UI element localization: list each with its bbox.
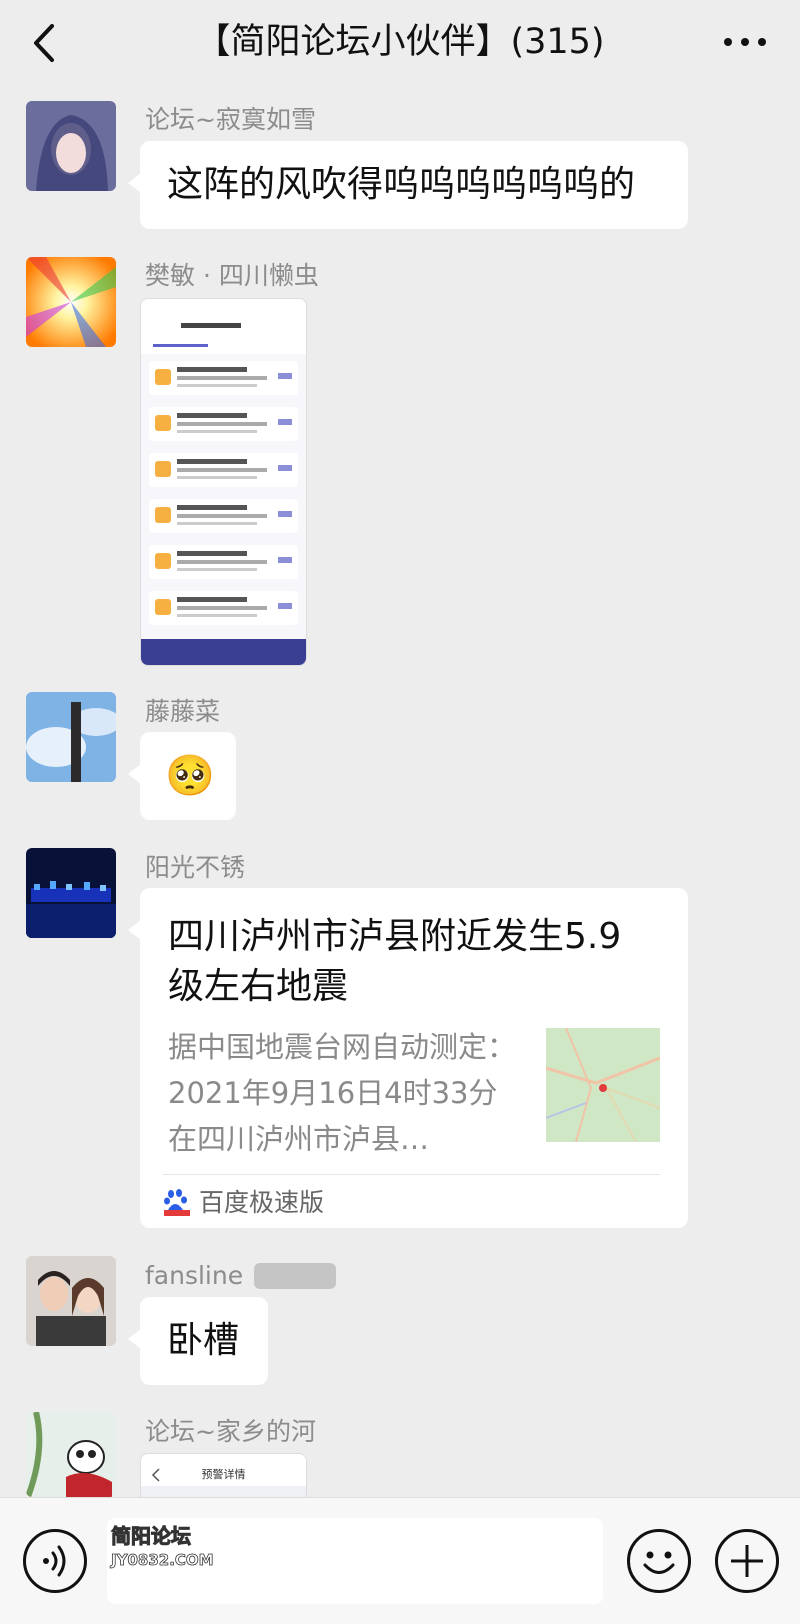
- pleading-face-emoji: 🥺: [165, 753, 215, 799]
- emoji-button[interactable]: [627, 1529, 691, 1593]
- sender-name: fansline: [145, 1261, 244, 1290]
- message-text: 这阵的风吹得呜呜呜呜呜呜的: [167, 164, 636, 205]
- image-message[interactable]: [140, 298, 307, 666]
- link-card-description: 据中国地震台网自动测定：2021年9月16日4时33分在四川泸州市泸县…: [168, 1030, 517, 1156]
- map-thumbnail: [546, 1028, 660, 1142]
- message-bubble[interactable]: 这阵的风吹得呜呜呜呜呜呜的: [128, 141, 688, 229]
- avatar[interactable]: [26, 848, 116, 938]
- add-more-button[interactable]: [715, 1529, 779, 1593]
- image-message[interactable]: 预警详情: [140, 1453, 307, 1498]
- message-bubble[interactable]: 卧槽: [128, 1297, 268, 1385]
- sender-name: 论坛~寂寞如雪: [145, 105, 316, 134]
- baidu-app-icon: [164, 1189, 190, 1216]
- avatar[interactable]: [26, 692, 116, 782]
- watermark-url: JY0832.COM: [111, 1551, 214, 1570]
- sender-name: 樊敏 · 四川懒虫: [145, 261, 319, 290]
- avatar[interactable]: [26, 1412, 116, 1497]
- sender-name: 藤藤菜: [145, 697, 221, 726]
- back-arrow-icon[interactable]: [26, 18, 66, 68]
- more-options-icon[interactable]: [720, 22, 770, 62]
- voice-input-button[interactable]: [23, 1529, 87, 1593]
- avatar[interactable]: [26, 1256, 116, 1346]
- plus-icon: [731, 1545, 763, 1577]
- blurred-name-suffix: [254, 1263, 336, 1289]
- divider: [163, 1174, 660, 1175]
- message-text: 卧槽: [167, 1320, 240, 1361]
- chat-title: 【简阳论坛小伙伴】(315): [195, 22, 605, 62]
- watermark-text: 简阳论坛: [111, 1524, 192, 1549]
- smiley-icon: [643, 1551, 675, 1574]
- avatar[interactable]: [26, 101, 116, 191]
- link-card-source: 百度极速版: [199, 1188, 325, 1217]
- chat-input-bar: 简阳论坛 JY0832.COM: [0, 1497, 800, 1624]
- screenshot-title: 预警详情: [201, 1468, 246, 1481]
- message-input[interactable]: 简阳论坛 JY0832.COM: [107, 1518, 603, 1604]
- avatar[interactable]: [26, 257, 116, 347]
- sender-name: 阳光不锈: [145, 853, 246, 882]
- chat-header: 【简阳论坛小伙伴】(315): [0, 0, 800, 88]
- voice-icon: [43, 1545, 66, 1577]
- link-card-title: 四川泸州市泸县附近发生5.9级左右地震: [168, 916, 622, 1007]
- message-bubble[interactable]: 🥺: [128, 732, 236, 820]
- sender-name: 论坛~家乡的河: [145, 1417, 316, 1446]
